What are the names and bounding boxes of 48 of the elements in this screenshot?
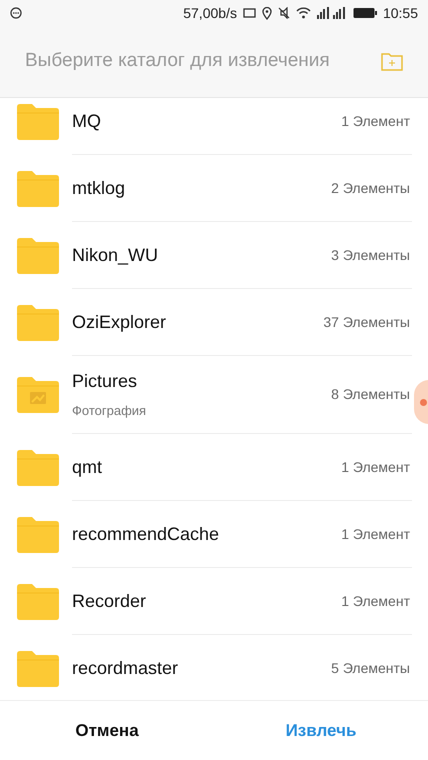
folder-name: recommendCache — [72, 522, 220, 546]
folder-icon — [17, 584, 59, 620]
item-count: 8 Элементы — [331, 385, 410, 404]
item-count: 3 Элементы — [331, 246, 410, 264]
cast-icon — [242, 8, 256, 18]
folder-name: Pictures — [72, 370, 138, 394]
item-count: 2 Элементы — [331, 178, 410, 198]
new-folder-icon[interactable] — [381, 52, 403, 70]
folder-name: mtklog — [72, 176, 126, 200]
folder-row[interactable]: OziExplorer 37 Элементы — [0, 289, 412, 356]
folder-icon — [17, 304, 59, 340]
folder-name: qmt — [72, 456, 104, 479]
network-speed: 57,00b/s — [183, 4, 237, 22]
item-count: 1 Элемент — [341, 458, 410, 476]
folder-row[interactable]: Pictures Фотография 8 Элементы — [0, 356, 412, 434]
folder-name: OziExplorer — [72, 310, 168, 334]
folder-icon — [17, 450, 59, 486]
folder-icon — [17, 170, 59, 206]
item-count: 1 Элемент — [341, 524, 410, 544]
wifi-icon — [296, 7, 311, 19]
item-count: 5 Элементы — [331, 658, 410, 678]
folder-icon — [17, 104, 59, 140]
folder-row[interactable]: MQ 1 Элемент — [0, 98, 412, 155]
folder-icon — [17, 516, 59, 552]
mute-icon — [278, 7, 290, 19]
item-count: 37 Элементы — [323, 312, 410, 332]
item-count: 1 Элемент — [341, 112, 410, 130]
folder-name: Recorder — [72, 590, 148, 612]
folder-row[interactable]: recommendCache 1 Элемент — [0, 501, 412, 568]
folder-icon — [17, 238, 59, 274]
item-count: 1 Элемент — [341, 592, 410, 610]
folder-name: Nikon_WU — [72, 244, 160, 266]
location-icon — [262, 6, 272, 20]
picture-folder-icon — [17, 377, 59, 413]
cancel-button[interactable]: Отмена — [67, 714, 147, 748]
notification-icon — [10, 7, 22, 19]
folder-subtitle: Фотография — [72, 402, 148, 420]
folder-row[interactable]: Nikon_WU 3 Элементы — [0, 222, 412, 289]
folder-row[interactable]: mtklog 2 Элементы — [0, 155, 412, 222]
folder-name: MQ — [72, 110, 102, 132]
folder-icon — [17, 650, 59, 686]
battery-icon — [352, 7, 377, 19]
signal-icon — [316, 7, 347, 19]
folder-row[interactable]: qmt 1 Элемент — [0, 434, 412, 501]
dialog-title: Выберите каталог для извлечения — [25, 49, 331, 74]
clock: 10:55 — [382, 4, 418, 22]
folder-name: recordmaster — [72, 656, 180, 680]
folder-row[interactable]: Recorder 1 Элемент — [0, 568, 412, 635]
